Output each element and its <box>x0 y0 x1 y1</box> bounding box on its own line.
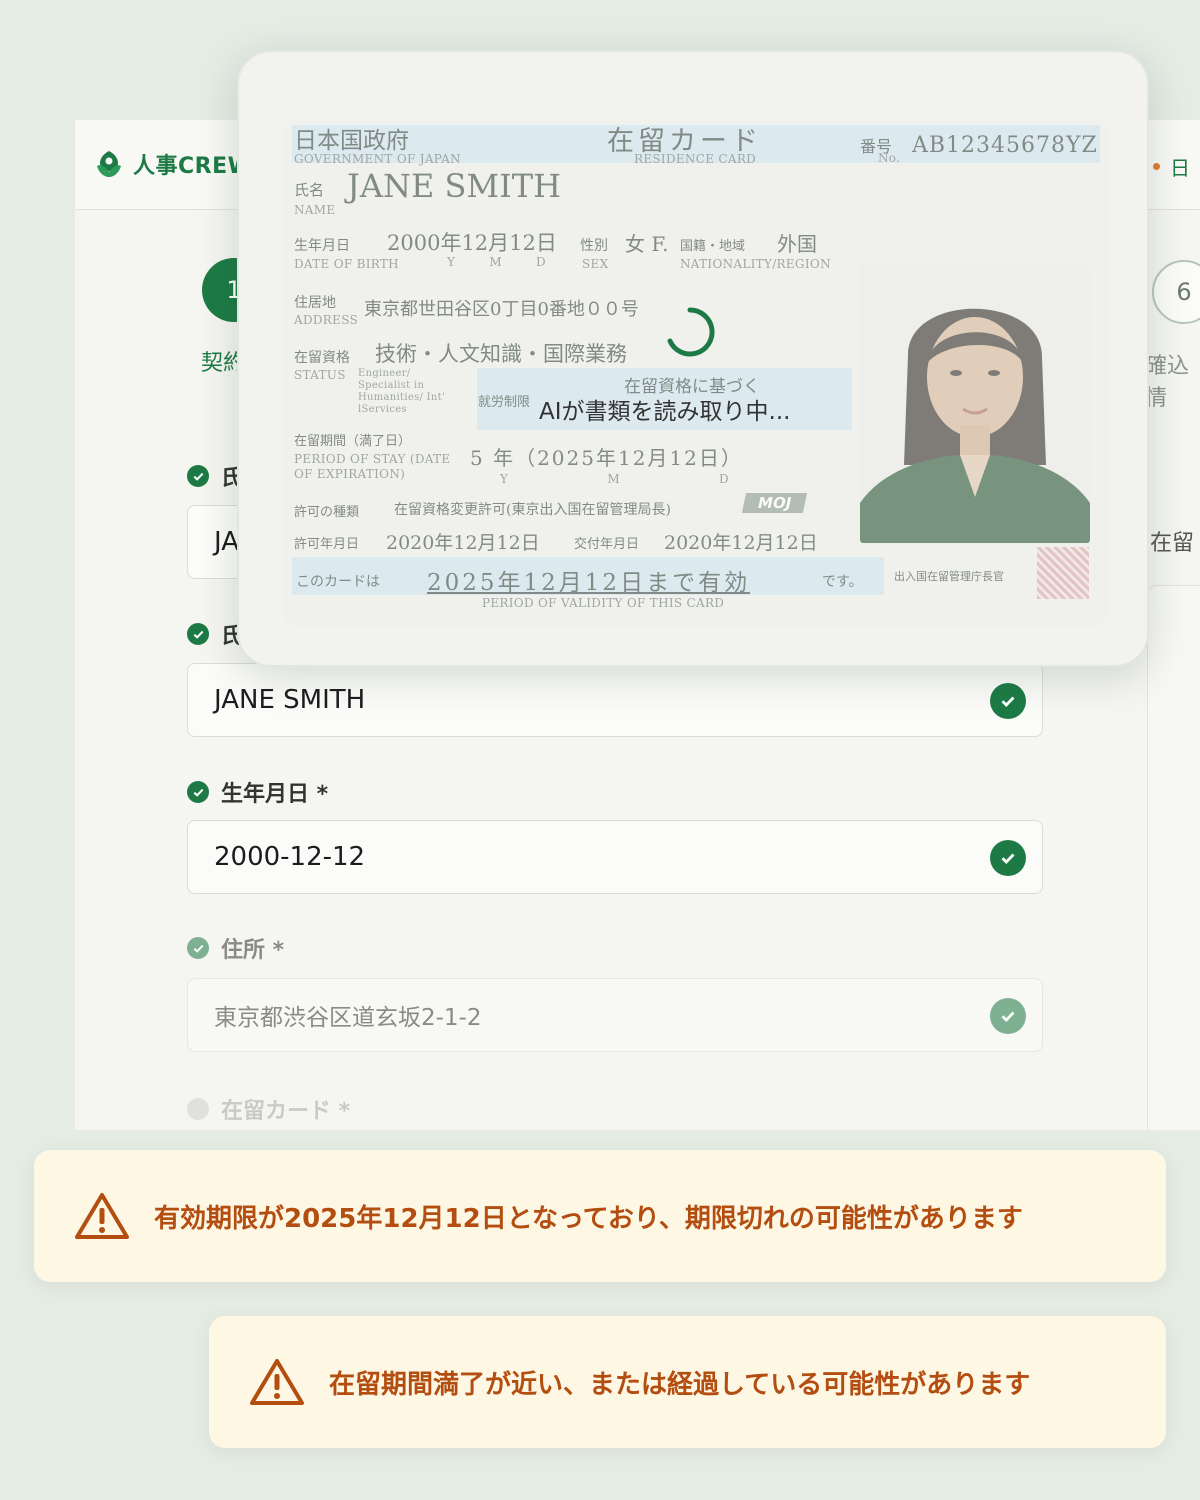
expiry-warning-banner: 有効期限が2025年12月12日となっており、期限切れの可能性があります <box>34 1150 1166 1282</box>
side-panel <box>1147 585 1200 1130</box>
card-issuer: 出入国在留管理庁長官 <box>894 570 1004 583</box>
moj-logo: MOJ <box>741 493 808 513</box>
card-address-label-en: ADDRESS <box>294 313 359 327</box>
card-permit-type: 在留資格変更許可(東京出入国在留管理局長) <box>394 502 671 518</box>
card-sex-label-en: SEX <box>582 257 609 271</box>
card-gov-en: GOVERNMENT OF JAPAN <box>294 152 461 166</box>
valid-check-icon <box>990 998 1026 1034</box>
card-dob-label-en: DATE OF BIRTH <box>294 257 399 271</box>
period-warning-text: 在留期間満了が近い、または経過している可能性があります <box>329 1369 1031 1400</box>
card-validity: 2025年12月12日まで有効 <box>427 570 751 596</box>
residence-card-label: 在留カード * <box>187 1093 350 1125</box>
portrait-icon <box>860 265 1090 543</box>
card-sex-label: 性別 <box>580 238 608 254</box>
check-icon <box>187 1098 209 1120</box>
logo[interactable]: 人事CREW <box>93 148 252 180</box>
card-number-label-en: No. <box>878 151 901 165</box>
residence-card-label-text: 在留カード * <box>221 1099 351 1124</box>
card-status-label-en: STATUS <box>294 368 346 382</box>
loading-spinner-icon <box>667 307 715 357</box>
card-validity-en: PERIOD OF VALIDITY OF THIS CARD <box>482 596 725 610</box>
card-dob-label: 生年月日 <box>294 238 350 254</box>
warning-icon <box>250 1359 304 1405</box>
logo-icon <box>97 151 121 177</box>
surname-label: 氏 <box>187 460 243 492</box>
address-value: 東京都渋谷区道玄坂2-1-2 <box>214 1005 482 1031</box>
card-period-label: 在留期間（満了日） <box>294 434 412 449</box>
loading-text: AIが書類を読み取り中... <box>539 399 791 425</box>
card-address: 東京都世田谷区0丁目0番地００号 <box>364 299 639 320</box>
step-6-label: 確込情 <box>1145 354 1190 411</box>
surname-value: JA <box>214 527 239 557</box>
card-permit-date-label: 許可年月日 <box>294 537 360 552</box>
card-validity-suffix: です。 <box>822 574 863 590</box>
card-name: JANE SMITH <box>347 167 562 205</box>
address-label-text: 住所 * <box>221 938 285 963</box>
side-section-label: 在留 <box>1150 531 1195 556</box>
card-validity-prefix: このカードは <box>296 574 380 590</box>
card-number: AB12345678YZ <box>912 133 1098 158</box>
card-period-label-en: PERIOD OF STAY (DATE OF EXPIRATION) <box>294 452 451 481</box>
card-nat-label: 国籍・地域 <box>680 239 746 254</box>
check-icon <box>187 937 209 959</box>
name-label: 氏 <box>187 618 243 650</box>
card-work-label: 就労制限 <box>478 395 531 410</box>
step-6-number: 6 <box>1176 278 1192 306</box>
official-seal <box>1037 547 1089 599</box>
residence-card-image: 日本国政府 GOVERNMENT OF JAPAN 在留カード RESIDENC… <box>282 95 1109 626</box>
card-name-label-en: NAME <box>294 203 336 217</box>
card-status-en: Engineer/ Specialist in Humanities/ Int'… <box>358 368 446 415</box>
warning-icon <box>75 1193 129 1239</box>
logo-text: 人事CREW <box>133 154 253 179</box>
card-nat-label-en: NATIONALITY/REGION <box>680 257 831 271</box>
card-address-label: 住居地 <box>294 295 336 311</box>
card-permit-date: 2020年12月12日 <box>386 532 540 554</box>
card-dob: 2000年12月12日 <box>387 231 557 255</box>
language-dot-icon <box>1153 163 1160 170</box>
card-sex: 女 F. <box>625 232 669 256</box>
step-6-indicator[interactable]: 6 <box>1152 260 1200 324</box>
card-issue-date: 2020年12月12日 <box>664 532 818 554</box>
card-period-ymd: Y M D <box>500 472 729 486</box>
name-value: JANE SMITH <box>214 685 366 715</box>
card-status: 技術・人文知識・国際業務 <box>375 342 627 366</box>
dob-input[interactable]: 2000-12-12 <box>187 820 1043 894</box>
card-title-en: RESIDENCE CARD <box>634 152 757 166</box>
address-input[interactable]: 東京都渋谷区道玄坂2-1-2 <box>187 978 1043 1052</box>
card-period: 5 年（2025年12月12日） <box>470 446 743 470</box>
check-icon <box>187 781 209 803</box>
language-selector[interactable]: 日 <box>1153 152 1190 181</box>
valid-check-icon <box>990 683 1026 719</box>
name-input[interactable]: JANE SMITH <box>187 663 1043 737</box>
address-label: 住所 * <box>187 932 284 964</box>
card-name-label: 氏名 <box>294 181 325 199</box>
card-status-label: 在留資格 <box>294 350 350 366</box>
card-nationality: 外国 <box>777 232 817 256</box>
expiry-warning-text: 有効期限が2025年12月12日となっており、期限切れの可能性があります <box>154 1203 1023 1234</box>
card-gov: 日本国政府 <box>294 128 409 154</box>
dob-value: 2000-12-12 <box>214 842 366 872</box>
check-icon <box>187 623 209 645</box>
valid-check-icon <box>990 840 1026 876</box>
period-warning-banner: 在留期間満了が近い、または経過している可能性があります <box>209 1316 1166 1448</box>
check-icon <box>187 465 209 487</box>
card-dob-ymd: Y M D <box>447 255 546 269</box>
card-permit-type-label: 許可の種類 <box>294 505 360 520</box>
card-photo <box>860 265 1090 543</box>
card-issue-date-label: 交付年月日 <box>574 537 640 552</box>
language-label: 日 <box>1170 156 1190 180</box>
dob-label-text: 生年月日 * <box>221 782 329 807</box>
document-scan-overlay: 日本国政府 GOVERNMENT OF JAPAN 在留カード RESIDENC… <box>237 50 1149 667</box>
dob-label: 生年月日 * <box>187 776 328 808</box>
